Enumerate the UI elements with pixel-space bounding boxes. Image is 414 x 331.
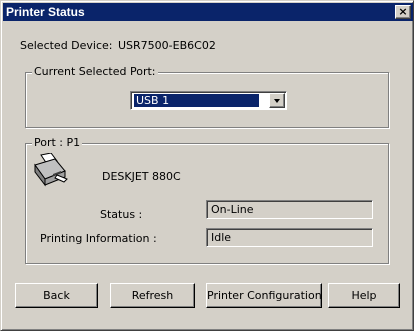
port-select-value: USB 1: [133, 93, 260, 108]
window-title: Printer Status: [6, 5, 85, 19]
printer-configuration-button[interactable]: Printer Configuration: [206, 283, 322, 308]
selected-device-label: Selected Device:: [20, 39, 113, 52]
close-button[interactable]: ×: [395, 5, 411, 19]
printer-status-dialog: Printer Status × Selected Device: USR750…: [0, 0, 414, 331]
close-icon: ×: [398, 5, 408, 18]
port-info-group-title: Port : P1: [32, 136, 83, 149]
current-port-group: Current Selected Port: USB 1: [25, 65, 389, 128]
help-button[interactable]: Help: [328, 283, 400, 308]
printer-icon: [34, 153, 68, 187]
port-select[interactable]: USB 1: [130, 91, 287, 110]
status-field: On-Line: [206, 200, 373, 219]
back-button[interactable]: Back: [15, 283, 98, 308]
title-bar: Printer Status ×: [3, 3, 413, 21]
printing-info-field: Idle: [206, 228, 373, 247]
printer-name: DESKJET 880C: [102, 170, 181, 183]
refresh-button[interactable]: Refresh: [110, 283, 195, 308]
chevron-down-icon[interactable]: [269, 93, 285, 108]
selected-device-value: USR7500-EB6C02: [118, 39, 216, 52]
printing-info-label: Printing Information :: [40, 232, 157, 245]
status-label: Status :: [100, 208, 143, 221]
current-port-group-title: Current Selected Port:: [32, 65, 158, 78]
